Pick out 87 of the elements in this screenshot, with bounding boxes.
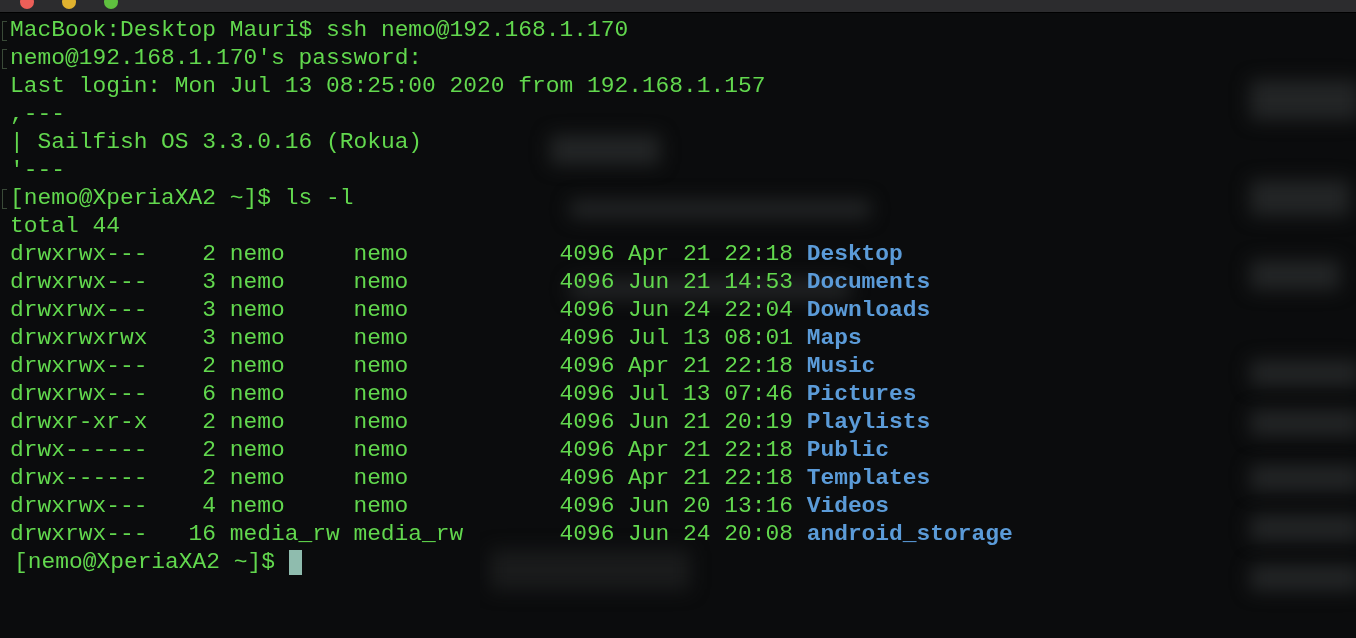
link-count: 3 [202,269,217,295]
modified-date: Apr 21 22:18 [628,353,793,379]
permissions-text: drwxrwx--- [10,381,148,407]
file-size: 4096 [559,269,615,295]
owner-name: nemo [229,409,285,435]
file-size: 4096 [559,297,615,323]
link-count: 2 [202,409,217,435]
permissions-text: drwxrwx--- [10,297,148,323]
terminal-line: [nemo@XperiaXA2 ~]$ ls -l [10,185,354,211]
link-count: 2 [202,353,217,379]
directory-name: Public [806,437,890,463]
terminal-line: '--- [10,157,65,183]
modified-date: Jun 24 20:08 [628,521,793,547]
owner-name: nemo [229,269,285,295]
owner-name: nemo [229,325,285,351]
owner-name: nemo [229,493,285,519]
directory-name: Templates [806,465,931,491]
directory-name: android_storage [806,521,1013,547]
directory-name: Videos [806,493,890,519]
modified-date: Jun 21 14:53 [628,269,793,295]
modified-date: Jul 13 08:01 [628,325,793,351]
file-size: 4096 [559,437,615,463]
file-size: 4096 [559,325,615,351]
shell-prompt: [nemo@XperiaXA2 ~]$ [14,548,275,576]
owner-name: media_rw [229,521,340,547]
owner-name: nemo [229,241,285,267]
modified-date: Jun 20 13:16 [628,493,793,519]
terminal-line: Last login: Mon Jul 13 08:25:00 2020 from 192.168.1.157 [10,73,766,99]
owner-name: nemo [229,381,285,407]
directory-name: Playlists [806,409,931,435]
permissions-text: drwx------ [10,437,148,463]
link-count: 6 [202,381,217,407]
permissions-text: drwxrwx--- [10,353,148,379]
terminal-line: ,--- [10,101,65,127]
text-cursor [288,549,302,575]
permissions-text: drwxrwx--- [10,521,148,547]
permissions-text: drwxrwx--- [10,493,148,519]
link-count: 3 [202,325,217,351]
file-size: 4096 [559,241,615,267]
file-size: 4096 [559,521,615,547]
link-count: 4 [202,493,217,519]
modified-date: Jul 13 07:46 [628,381,793,407]
terminal-line: nemo@192.168.1.170's password: [10,45,423,71]
terminal-line: MacBook:Desktop Mauri$ ssh nemo@192.168.1.170 [10,17,629,43]
group-name: nemo [353,269,409,295]
modified-date: Jun 24 22:04 [628,297,793,323]
link-count: 2 [202,437,217,463]
permissions-text: drwxr-xr-x [10,409,148,435]
file-size: 4096 [559,353,615,379]
owner-name: nemo [229,353,285,379]
terminal-line: total 44 [10,213,120,239]
group-name: nemo [353,241,409,267]
group-name: nemo [353,493,409,519]
group-name: nemo [353,381,409,407]
permissions-text: drwx------ [10,465,148,491]
permissions-text: drwxrwx--- [10,241,148,267]
owner-name: nemo [229,437,285,463]
modified-date: Apr 21 22:18 [628,465,793,491]
link-count: 2 [202,465,217,491]
terminal-line: | Sailfish OS 3.3.0.16 (Rokua) [10,129,423,155]
modified-date: Apr 21 22:18 [628,437,793,463]
owner-name: nemo [229,297,285,323]
link-count: 3 [202,297,217,323]
owner-name: nemo [229,465,285,491]
directory-name: Music [806,353,876,379]
link-count: 16 [188,521,217,547]
file-size: 4096 [559,409,615,435]
group-name: nemo [353,353,409,379]
directory-name: Documents [806,269,931,295]
group-name: nemo [353,437,409,463]
file-size: 4096 [559,381,615,407]
file-size: 4096 [559,465,615,491]
directory-name: Downloads [806,297,931,323]
group-name: nemo [353,297,409,323]
group-name: nemo [353,465,409,491]
directory-name: Maps [806,325,862,351]
file-size: 4096 [559,493,615,519]
group-name: nemo [353,409,409,435]
group-name: nemo [353,325,409,351]
group-name: media_rw [353,521,464,547]
link-count: 2 [202,241,217,267]
modified-date: Jun 21 20:19 [628,409,793,435]
modified-date: Apr 21 22:18 [628,241,793,267]
permissions-text: drwxrwx--- [10,269,148,295]
directory-name: Pictures [806,381,917,407]
directory-name: Desktop [806,241,903,267]
permissions-text: drwxrwxrwx [10,325,148,351]
